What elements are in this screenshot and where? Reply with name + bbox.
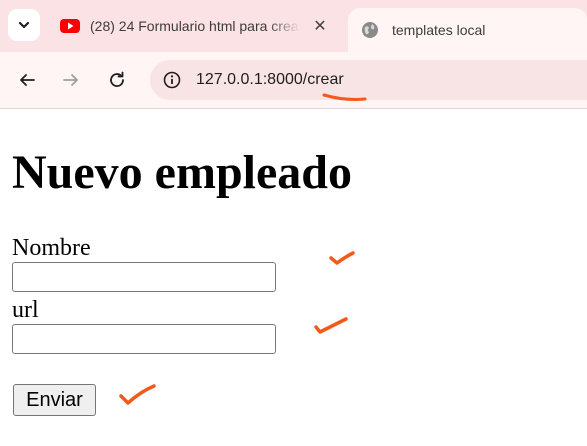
close-icon[interactable]: ✕ — [310, 16, 330, 36]
url-label: url — [12, 297, 39, 323]
forward-arrow-icon — [63, 74, 78, 86]
site-info-button[interactable] — [158, 66, 186, 94]
browser-window: (28) 24 Formulario html para crear ✕ tem… — [0, 0, 587, 446]
enviar-button[interactable]: Enviar — [13, 384, 96, 416]
youtube-icon — [60, 16, 80, 36]
tab-strip: (28) 24 Formulario html para crear ✕ tem… — [0, 0, 587, 52]
back-arrow-icon — [20, 74, 35, 86]
reload-icon — [110, 71, 124, 87]
url-text[interactable]: 127.0.0.1:8000/crear — [196, 71, 344, 89]
nombre-input[interactable] — [12, 262, 276, 292]
forward-button[interactable] — [55, 64, 87, 96]
chevron-down-icon — [18, 21, 30, 29]
page-content: Nuevo empleado Nombre url Enviar — [0, 109, 587, 446]
tab-templates-local[interactable]: templates local — [348, 8, 587, 52]
tab-title: templates local — [392, 22, 486, 38]
address-bar[interactable]: 127.0.0.1:8000/crear — [150, 60, 587, 100]
browser-toolbar: 127.0.0.1:8000/crear — [0, 52, 587, 109]
tab-title: (28) 24 Formulario html para crear — [90, 18, 300, 34]
globe-icon — [360, 20, 380, 40]
tab-search-button[interactable] — [8, 9, 40, 41]
page-title: Nuevo empleado — [12, 146, 352, 199]
info-icon — [163, 71, 181, 89]
reload-button[interactable] — [101, 64, 133, 96]
nombre-label: Nombre — [12, 235, 91, 261]
tab-youtube[interactable]: (28) 24 Formulario html para crear ✕ — [48, 8, 340, 44]
back-button[interactable] — [11, 64, 43, 96]
url-input[interactable] — [12, 324, 276, 354]
